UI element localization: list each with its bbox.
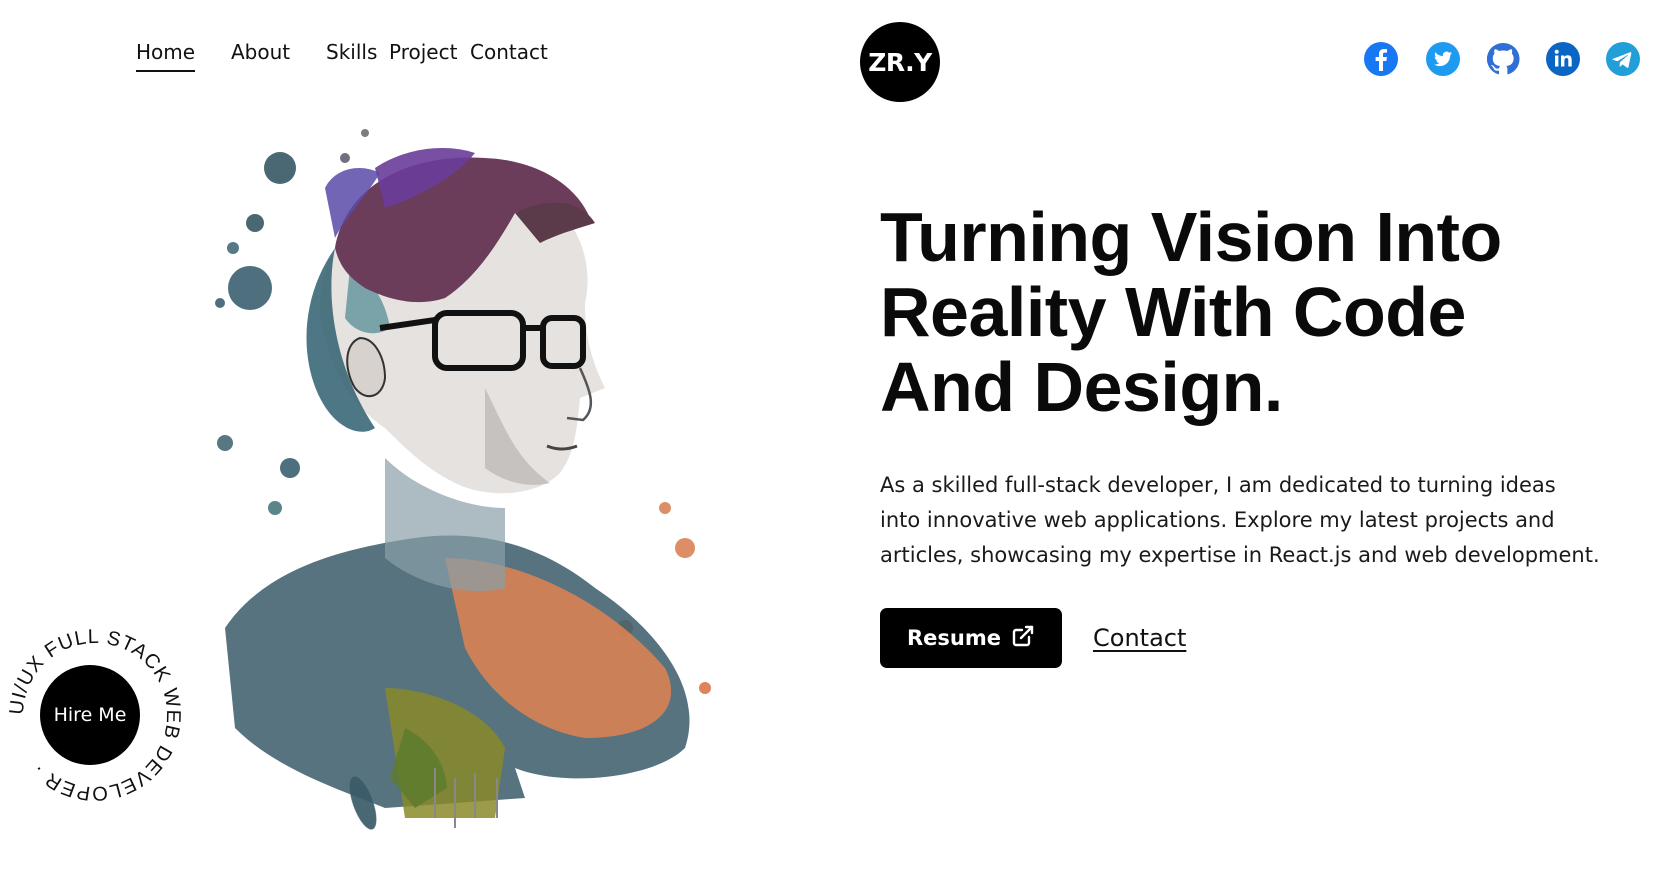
nav-link-contact[interactable]: Contact [470,40,548,64]
linkedin-icon[interactable] [1544,40,1582,78]
hero-description: As a skilled full-stack developer, I am … [880,473,1600,567]
developer-portrait-illustration [185,128,745,868]
github-icon[interactable] [1484,40,1522,78]
resume-button-label: Resume [907,626,1001,650]
nav-link-project[interactable]: Project [389,40,457,64]
headline-line-3: And Design. [880,348,1283,426]
hire-me-button[interactable]: Hire Me [40,665,140,765]
site-logo[interactable]: ZR.Y [860,22,940,102]
headline-line-1: Turning Vision Into [880,198,1502,276]
twitter-icon[interactable] [1424,40,1462,78]
telegram-icon[interactable] [1604,40,1642,78]
hire-me-badge: UI/UX FULL STACK WEB DEVELOPER · Hire Me [0,620,190,810]
nav-link-skills[interactable]: Skills [326,40,377,64]
external-link-icon [1011,624,1035,653]
resume-button[interactable]: Resume [880,608,1062,668]
facebook-icon[interactable] [1362,40,1400,78]
headline-line-2: Reality With Code [880,273,1466,351]
hero-headline: Turning Vision Into Reality With Code An… [880,200,1640,425]
nav-link-home[interactable]: Home [136,40,196,72]
contact-link[interactable]: Contact [1093,624,1186,652]
nav-link-about[interactable]: About [231,40,290,64]
